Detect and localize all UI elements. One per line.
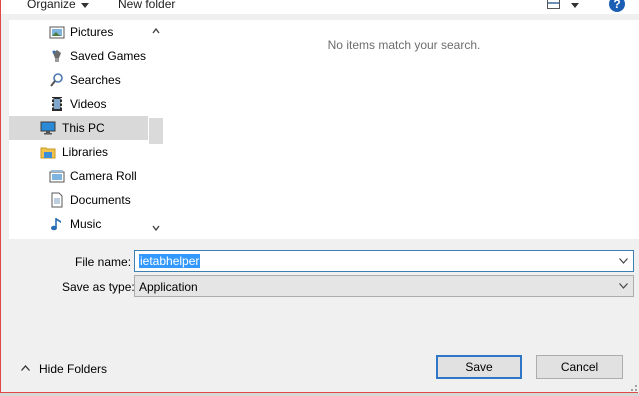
videos-icon <box>52 97 62 111</box>
save-as-type-label: Save as type: <box>62 280 135 294</box>
resize-grip-icon[interactable] <box>626 380 638 392</box>
save-as-type-select[interactable]: Application <box>134 275 634 297</box>
nav-item-music[interactable]: Music <box>9 212 148 236</box>
searches-icon <box>50 73 63 87</box>
save-dialog: Organize New folder ? Pictures Saved Gam… <box>0 0 639 393</box>
chevron-up-icon <box>21 365 30 371</box>
nav-item-camera-roll[interactable]: Camera Roll <box>9 164 148 188</box>
file-name-dropdown-icon[interactable] <box>619 258 628 264</box>
pictures-icon <box>49 26 65 39</box>
file-name-label: File name: <box>75 255 132 269</box>
camera-roll-icon <box>49 170 65 183</box>
nav-label-searches: Searches <box>70 73 121 87</box>
file-name-value[interactable]: ietabhelper <box>139 254 201 268</box>
scroll-up-icon[interactable] <box>152 27 160 35</box>
nav-item-videos[interactable]: Videos <box>9 92 148 116</box>
empty-message: No items match your search. <box>327 38 481 52</box>
file-list-pane[interactable]: No items match your search. <box>164 20 639 239</box>
nav-item-documents[interactable]: Documents <box>9 188 148 212</box>
nav-label-this-pc: This PC <box>62 121 105 135</box>
scroll-thumb[interactable] <box>149 118 163 144</box>
navigation-scrollbar[interactable] <box>148 20 164 239</box>
organize-button[interactable]: Organize <box>27 0 76 11</box>
libraries-icon <box>40 147 56 159</box>
navigation-pane[interactable]: Pictures Saved Games Searches Videos Thi… <box>9 20 148 239</box>
new-folder-button[interactable]: New folder <box>118 0 175 11</box>
nav-label-saved-games: Saved Games <box>70 49 147 63</box>
saved-games-icon <box>52 50 61 62</box>
nav-label-camera-roll: Camera Roll <box>70 169 137 183</box>
nav-label-videos: Videos <box>70 97 107 111</box>
view-dropdown-icon[interactable] <box>571 3 579 8</box>
cancel-button[interactable]: Cancel <box>536 355 623 379</box>
save-as-type-dropdown-icon[interactable] <box>619 283 628 289</box>
nav-item-libraries[interactable]: Libraries <box>9 140 148 164</box>
nav-label-libraries: Libraries <box>62 145 109 159</box>
view-options-icon[interactable] <box>547 0 560 9</box>
nav-label-pictures: Pictures <box>70 25 114 39</box>
save-as-type-value: Application <box>139 280 198 294</box>
documents-icon <box>51 192 63 208</box>
nav-item-searches[interactable]: Searches <box>9 68 148 92</box>
nav-label-documents: Documents <box>70 193 131 207</box>
hide-folders-label: Hide Folders <box>39 362 108 376</box>
this-pc-icon <box>40 121 56 135</box>
music-icon <box>51 218 61 231</box>
nav-label-music: Music <box>70 217 102 231</box>
nav-item-this-pc[interactable]: This PC <box>9 116 148 140</box>
organize-dropdown-icon[interactable] <box>81 3 89 8</box>
nav-item-pictures[interactable]: Pictures <box>9 20 148 44</box>
file-name-input[interactable]: ietabhelper <box>134 250 634 272</box>
help-icon[interactable]: ? <box>609 0 625 12</box>
toolbar: Organize New folder ? <box>1 0 639 14</box>
scroll-down-icon[interactable] <box>152 224 160 232</box>
nav-item-saved-games[interactable]: Saved Games <box>9 44 148 68</box>
save-button[interactable]: Save <box>436 355 522 379</box>
